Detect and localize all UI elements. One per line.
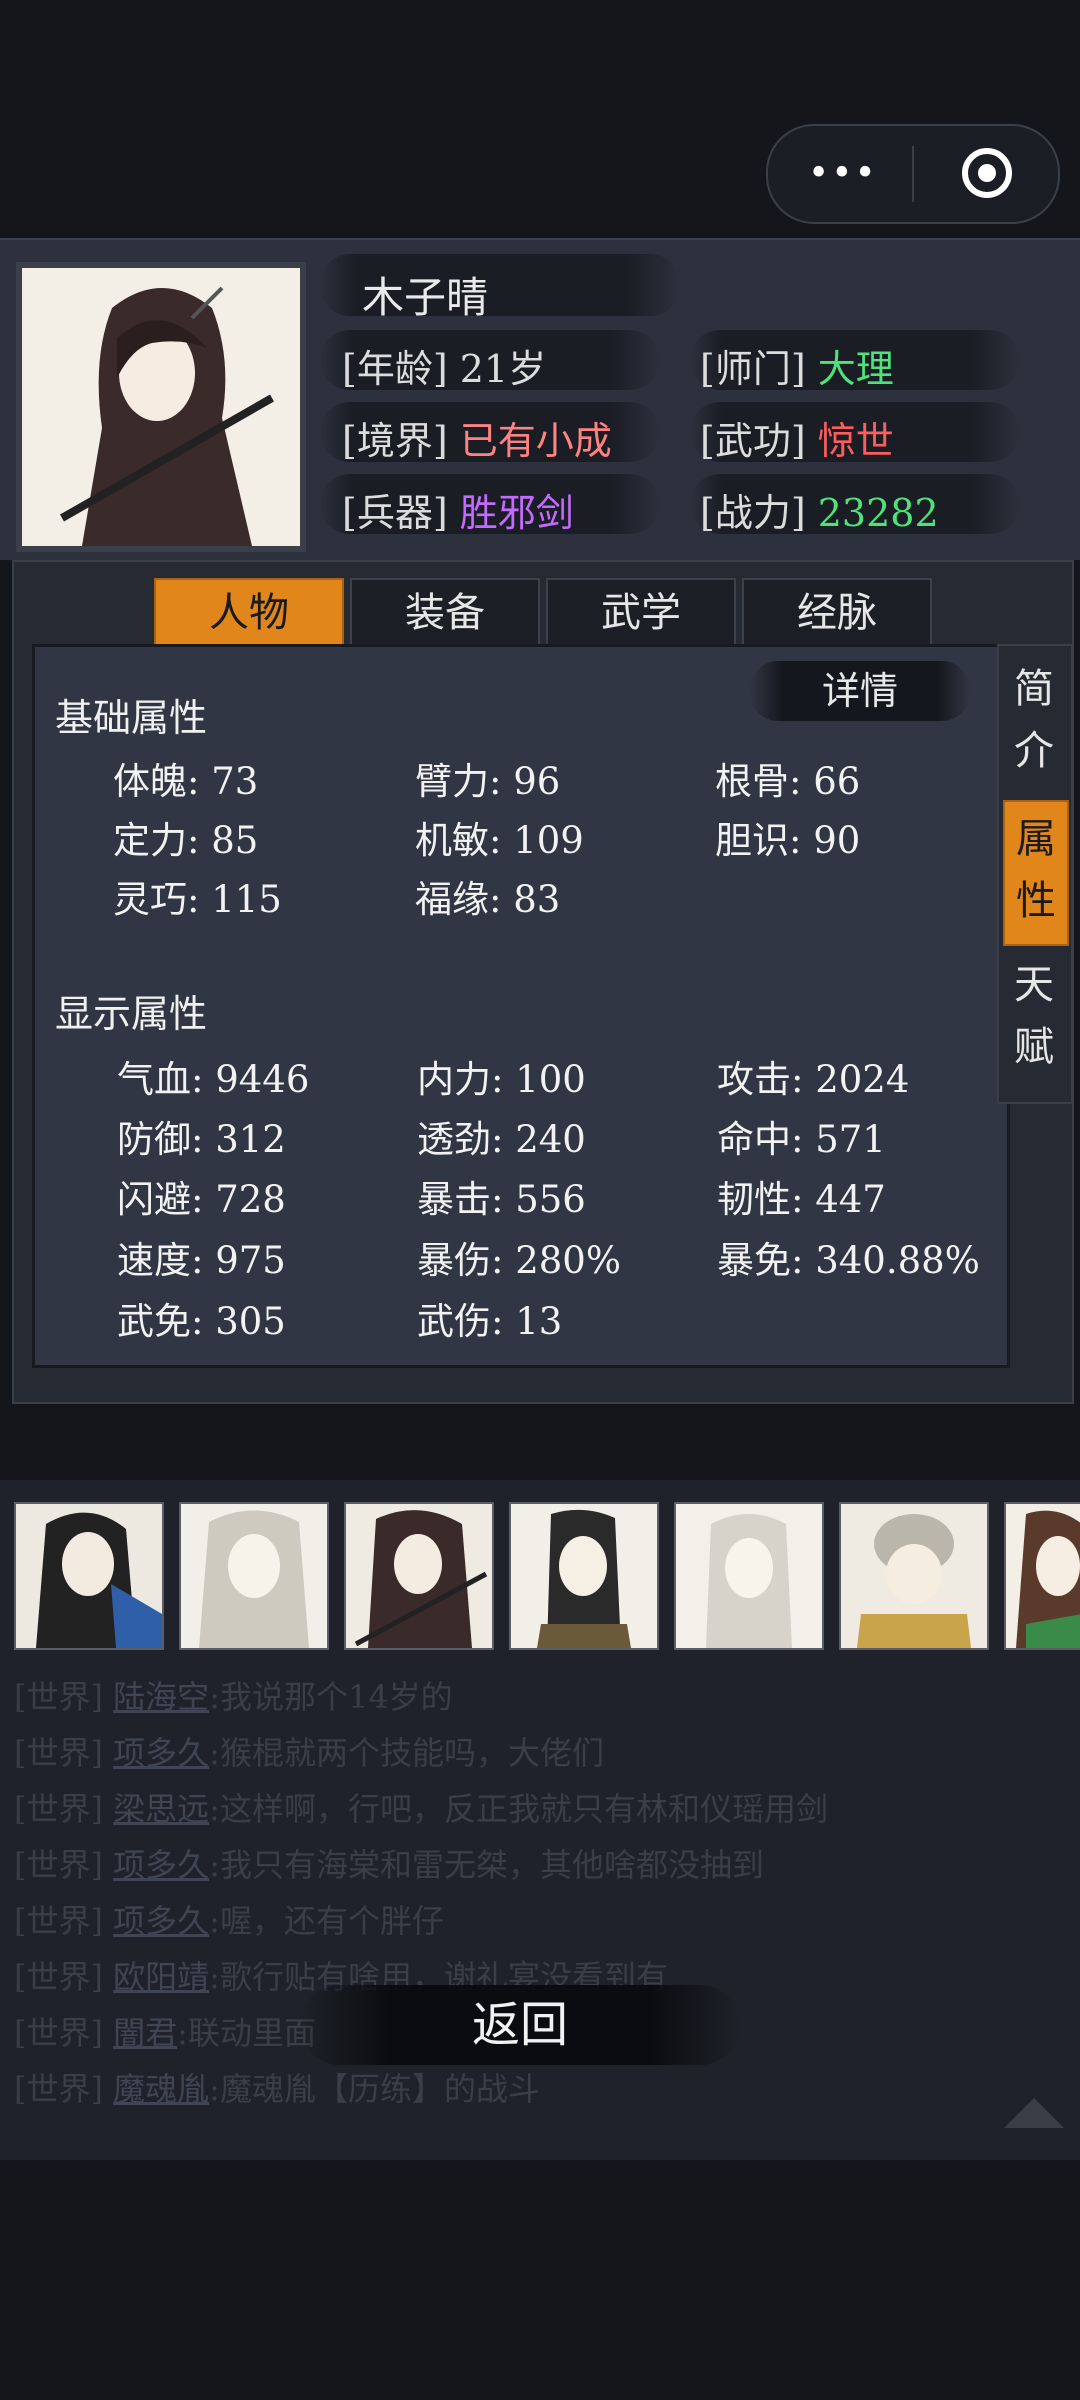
- attr-value: 命中: 571: [717, 1118, 886, 1161]
- attr-value: 内力: 100: [417, 1058, 586, 1101]
- age-value: 21岁: [459, 347, 547, 391]
- character-avatar[interactable]: [344, 1502, 494, 1650]
- side-tab-intro[interactable]: 简介: [1003, 652, 1065, 798]
- tab-martial-arts[interactable]: 武学: [546, 578, 736, 648]
- attr-value: 暴击: 556: [417, 1178, 586, 1221]
- attr-value: 灵巧: 115: [113, 878, 282, 921]
- character-header: 木子晴 [年龄] 21岁 [师门] 大理 [境界] 已有小成 [武功] 惊世 […: [0, 238, 1080, 560]
- attr-value: 防御: 312: [117, 1118, 286, 1161]
- chat-username[interactable]: 项多久: [113, 1734, 209, 1772]
- chat-line: [世界] 项多久:喔，还有个胖仔: [14, 1896, 444, 1942]
- chat-message: :联动里面: [177, 2014, 316, 2052]
- chat-username[interactable]: 项多久: [113, 1902, 209, 1940]
- attr-value: 臂力: 96: [415, 760, 561, 803]
- age-label: [年龄]: [342, 347, 448, 391]
- attr-value: 机敏: 109: [415, 819, 584, 862]
- side-tab-attributes[interactable]: 属性: [1003, 800, 1069, 946]
- character-avatar[interactable]: [674, 1502, 824, 1650]
- details-button[interactable]: 详情: [750, 661, 970, 721]
- character-avatar[interactable]: [14, 1502, 164, 1650]
- side-tab-attributes-label: 属性: [1016, 816, 1056, 924]
- sect-label: [师门]: [700, 347, 806, 391]
- chat-channel: [世界]: [14, 1734, 103, 1772]
- tab-character[interactable]: 人物: [154, 578, 344, 648]
- character-name: 木子晴: [362, 273, 489, 322]
- chat-username[interactable]: 欧阳靖: [113, 1958, 209, 1996]
- character-strip: [0, 1480, 1080, 1660]
- tab-meridians[interactable]: 经脉: [742, 578, 932, 648]
- chat-line: [世界] 陆海空:我说那个14岁的: [14, 1672, 453, 1718]
- chat-line: [世界] 魔魂胤:魔魂胤【历练】的战斗: [14, 2064, 540, 2110]
- chat-channel: [世界]: [14, 1958, 103, 1996]
- chat-line: [世界] 项多久:我只有海棠和雷无桀，其他啥都没抽到: [14, 1840, 764, 1886]
- chat-message: :喔，还有个胖仔: [209, 1902, 444, 1940]
- tab-equipment[interactable]: 装备: [350, 578, 540, 648]
- chat-username[interactable]: 闇君: [113, 2014, 177, 2052]
- attr-value: 根骨: 66: [715, 760, 861, 803]
- more-dots-icon[interactable]: •••: [808, 153, 878, 194]
- character-panel: 人物 装备 武学 经脉 详情 基础属性 体魄: 73 臂力: 96 根骨: 66…: [12, 560, 1074, 1404]
- chat-username[interactable]: 魔魂胤: [113, 2070, 209, 2108]
- attr-value: 韧性: 447: [717, 1178, 886, 1221]
- character-portrait: [16, 262, 306, 552]
- miniprogram-capsule: •••: [766, 124, 1060, 224]
- power-value: 23282: [817, 491, 939, 535]
- chat-channel: [世界]: [14, 2070, 103, 2108]
- chat-channel: [世界]: [14, 1846, 103, 1884]
- back-button[interactable]: 返回: [300, 1985, 740, 2065]
- weapon-value[interactable]: 胜邪剑: [460, 491, 574, 535]
- attr-value: 暴免: 340.88%: [717, 1239, 980, 1282]
- attr-value: 体魄: 73: [113, 760, 259, 803]
- weapon-label: [兵器]: [342, 491, 448, 535]
- attr-value: 透劲: 240: [417, 1118, 586, 1161]
- scroll-up-icon[interactable]: [1004, 2098, 1064, 2128]
- side-tabs: 简介 属性 天赋: [997, 644, 1073, 1104]
- chat-line: [世界] 梁思远:这样啊，行吧，反正我就只有林和仪瑶用剑: [14, 1784, 828, 1830]
- chat-message: :魔魂胤【历练】的战斗: [209, 2070, 540, 2108]
- portrait-image: [22, 268, 300, 546]
- realm-label: [境界]: [342, 419, 448, 463]
- attr-value: 攻击: 2024: [717, 1058, 910, 1101]
- power-label: [战力]: [700, 491, 806, 535]
- character-avatar[interactable]: [839, 1502, 989, 1650]
- display-attributes-title: 显示属性: [55, 992, 208, 1036]
- chat-line: [世界] 项多久:猴棍就两个技能吗，大佬们: [14, 1728, 604, 1774]
- chat-channel: [世界]: [14, 2014, 103, 2052]
- world-chat: [世界] 陆海空:我说那个14岁的 [世界] 项多久:猴棍就两个技能吗，大佬们 …: [0, 1660, 1080, 2160]
- character-avatar[interactable]: [1004, 1502, 1080, 1650]
- side-tab-intro-label: 简介: [1014, 666, 1054, 774]
- attr-value: 气血: 9446: [117, 1058, 310, 1101]
- attributes-content: 详情 基础属性 体魄: 73 臂力: 96 根骨: 66 定力: 85 机敏: …: [32, 644, 1010, 1368]
- attr-value: 闪避: 728: [117, 1178, 286, 1221]
- attr-value: 武免: 305: [117, 1300, 286, 1343]
- target-icon[interactable]: [960, 146, 1014, 200]
- chat-line: [世界] 闇君:联动里面: [14, 2008, 316, 2054]
- chat-message: :我只有海棠和雷无桀，其他啥都没抽到: [209, 1846, 764, 1884]
- chat-message: :我说那个14岁的: [209, 1678, 453, 1716]
- chat-username[interactable]: 项多久: [113, 1846, 209, 1884]
- side-tab-talent[interactable]: 天赋: [1003, 948, 1065, 1094]
- attr-value: 定力: 85: [113, 819, 259, 862]
- capsule-divider: [912, 146, 914, 202]
- chat-message: :猴棍就两个技能吗，大佬们: [209, 1734, 604, 1772]
- sect-value: 大理: [817, 347, 894, 391]
- attr-value: 速度: 975: [117, 1239, 286, 1282]
- martial-value: 惊世: [817, 419, 894, 463]
- attr-value: 胆识: 90: [715, 819, 861, 862]
- realm-value: 已有小成: [459, 419, 612, 463]
- side-tab-talent-label: 天赋: [1014, 962, 1054, 1070]
- attr-value: 福缘: 83: [415, 878, 561, 921]
- basic-attributes-title: 基础属性: [55, 696, 208, 740]
- martial-label: [武功]: [700, 419, 806, 463]
- chat-channel: [世界]: [14, 1790, 103, 1828]
- chat-message: :这样啊，行吧，反正我就只有林和仪瑶用剑: [209, 1790, 828, 1828]
- attr-value: 武伤: 13: [417, 1300, 563, 1343]
- chat-channel: [世界]: [14, 1678, 103, 1716]
- character-avatar[interactable]: [179, 1502, 329, 1650]
- character-avatar[interactable]: [509, 1502, 659, 1650]
- chat-username[interactable]: 陆海空: [113, 1678, 209, 1716]
- chat-channel: [世界]: [14, 1902, 103, 1940]
- chat-username[interactable]: 梁思远: [113, 1790, 209, 1828]
- attr-value: 暴伤: 280%: [417, 1239, 622, 1282]
